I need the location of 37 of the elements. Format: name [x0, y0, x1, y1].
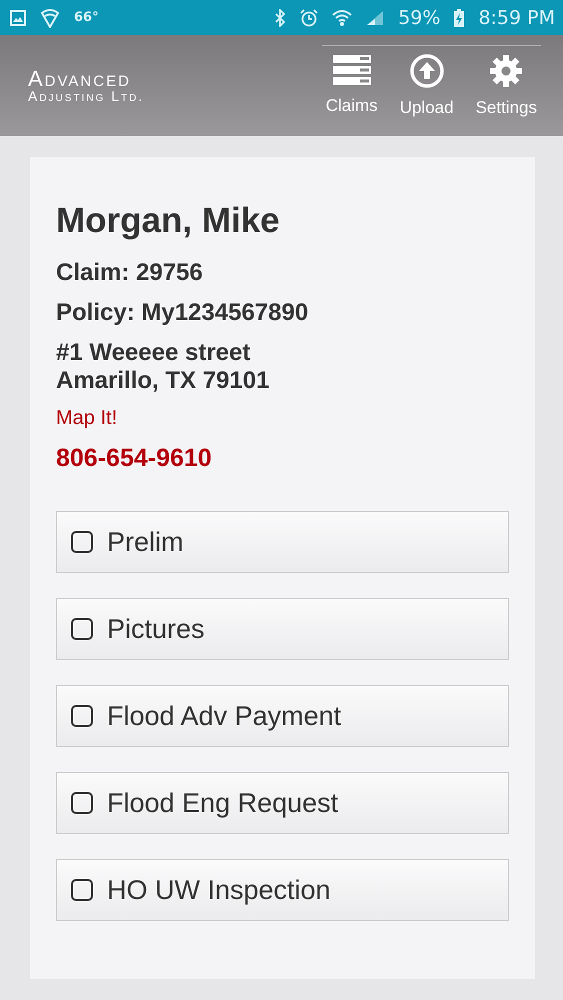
checkbox[interactable]	[71, 792, 93, 814]
checklist-label: Flood Eng Request	[107, 788, 338, 818]
checkbox[interactable]	[71, 531, 93, 553]
logo-text: Advanced	[28, 68, 132, 88]
alarm-icon	[300, 8, 318, 26]
address-line: #1 Weeeee street	[56, 339, 252, 367]
upload-icon	[410, 54, 444, 88]
checklist-item[interactable]: Prelim	[56, 511, 509, 573]
phone-link[interactable]: 806-654-9610	[56, 444, 212, 473]
list-icon	[332, 54, 372, 86]
checklist-item[interactable]: Pictures	[56, 598, 509, 660]
battery-percent: 59%	[398, 6, 440, 28]
logo-subtext: Adjusting Ltd.	[28, 88, 144, 102]
checklist-label: Prelim	[107, 526, 184, 558]
checklist-item[interactable]: Flood Eng Request	[56, 772, 509, 834]
policy-number: Policy: My1234567890	[56, 299, 310, 327]
map-link[interactable]: Map It!	[56, 407, 118, 430]
battery-icon	[454, 8, 464, 26]
checkbox[interactable]	[71, 705, 93, 727]
checkbox[interactable]	[71, 879, 93, 901]
bluetooth-icon	[274, 8, 286, 26]
clock-time: 8:59 PM	[478, 6, 555, 28]
wifi-icon	[332, 8, 352, 26]
checklist-label: Flood Adv Payment	[107, 700, 342, 732]
address-line: Amarillo, TX 79101	[56, 367, 270, 395]
signal-icon	[366, 10, 384, 26]
client-name: Morgan, Mike	[56, 201, 281, 241]
checklist-label: HO UW Inspection	[107, 874, 331, 906]
checklist-item[interactable]: Flood Adv Payment	[56, 685, 509, 747]
temperature-text: 66°	[74, 10, 99, 25]
settings-icon	[489, 54, 524, 88]
checklist-item[interactable]: HO UW Inspection	[56, 859, 509, 921]
checkbox[interactable]	[71, 618, 93, 640]
checklist-label: Pictures	[107, 614, 205, 644]
image-icon	[10, 10, 26, 26]
shield-wifi-icon	[40, 8, 60, 28]
claim-number: Claim: 29756	[56, 259, 204, 287]
